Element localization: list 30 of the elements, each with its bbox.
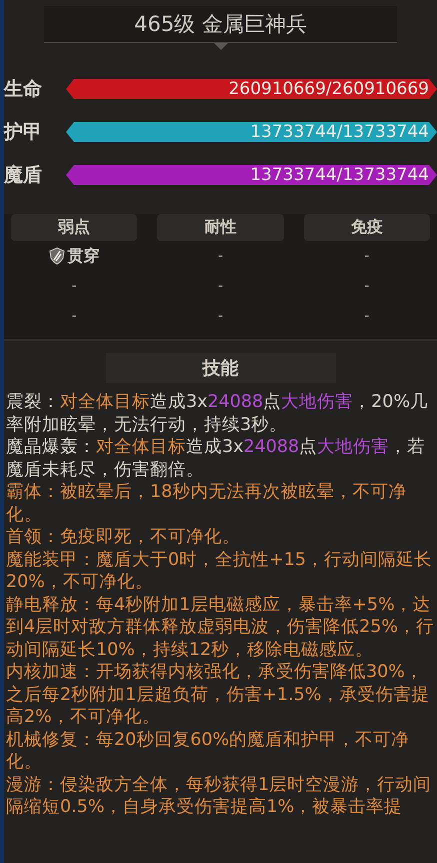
- table-cell: -: [218, 308, 224, 324]
- skill-description: 首领：免疫即死，不可净化。: [6, 526, 241, 548]
- table-cell: -: [218, 248, 224, 264]
- stat-label: 魔盾: [4, 163, 43, 188]
- table-cell: -: [72, 308, 77, 324]
- stat-value: 260910669/260910669: [228, 79, 429, 99]
- table-cell: -: [72, 278, 77, 294]
- table-cell: -: [364, 248, 370, 264]
- stat-value: 13733744/13733744: [250, 165, 429, 185]
- monster-title: 465级 金属巨神兵: [44, 6, 397, 42]
- skill-description: 机械修复：每20秒回复60%的魔盾和护甲，不可净化。: [6, 728, 410, 774]
- section-header: 技能: [106, 353, 336, 383]
- stat-label: 生命: [4, 77, 43, 102]
- column-header: 耐性: [157, 214, 284, 241]
- skill-description: 魔晶爆轰：对全体目标造成3x24088点大地伤害，若魔盾未耗尽，伤害翻倍。: [6, 436, 426, 481]
- table-cell: -: [364, 278, 370, 294]
- column-header: 弱点: [11, 214, 138, 241]
- stat-label: 护甲: [4, 120, 43, 145]
- skill-description: 静电释放：每4秒附加1层电磁感应，暴击率+5%，达到4层时对敌方群体释放虚弱电波，伤害降低25%，行动间隔延长10%，持续12秒，移除电磁感应。: [6, 594, 435, 661]
- skill-description: 内核加速：开场获得内核强化，承受伤害降低30%，之后每2秒附加1层超负荷，伤害+1.5%，承受伤害提高2%，不可净化。: [6, 661, 430, 728]
- stat-value: 13733744/13733744: [250, 122, 429, 142]
- table-cell: -: [218, 278, 224, 294]
- table-cell: -: [364, 308, 370, 324]
- column-header: 免疫: [304, 214, 430, 241]
- skill-description: 漫游：侵染敌方全体，每秒获得1层时空漫游，行动间隔缩短0.5%，自身承受伤害提高1%，被暴击率提: [6, 774, 432, 818]
- table-cell: 贯穿: [68, 246, 100, 266]
- skill-description: 魔能装甲：魔盾大于0时，全抗性+15，行动间隔延长20%，不可净化。: [6, 548, 434, 594]
- pointer-icon: [214, 43, 228, 50]
- skill-description: 霸体：被眩晕后，18秒内无法再次被眩晕，不可净化。: [6, 481, 408, 526]
- skill-description: 震裂：对全体目标造成3x24088点大地伤害，20%几率附加眩晕，无法行动，持续3秒。: [6, 391, 430, 436]
